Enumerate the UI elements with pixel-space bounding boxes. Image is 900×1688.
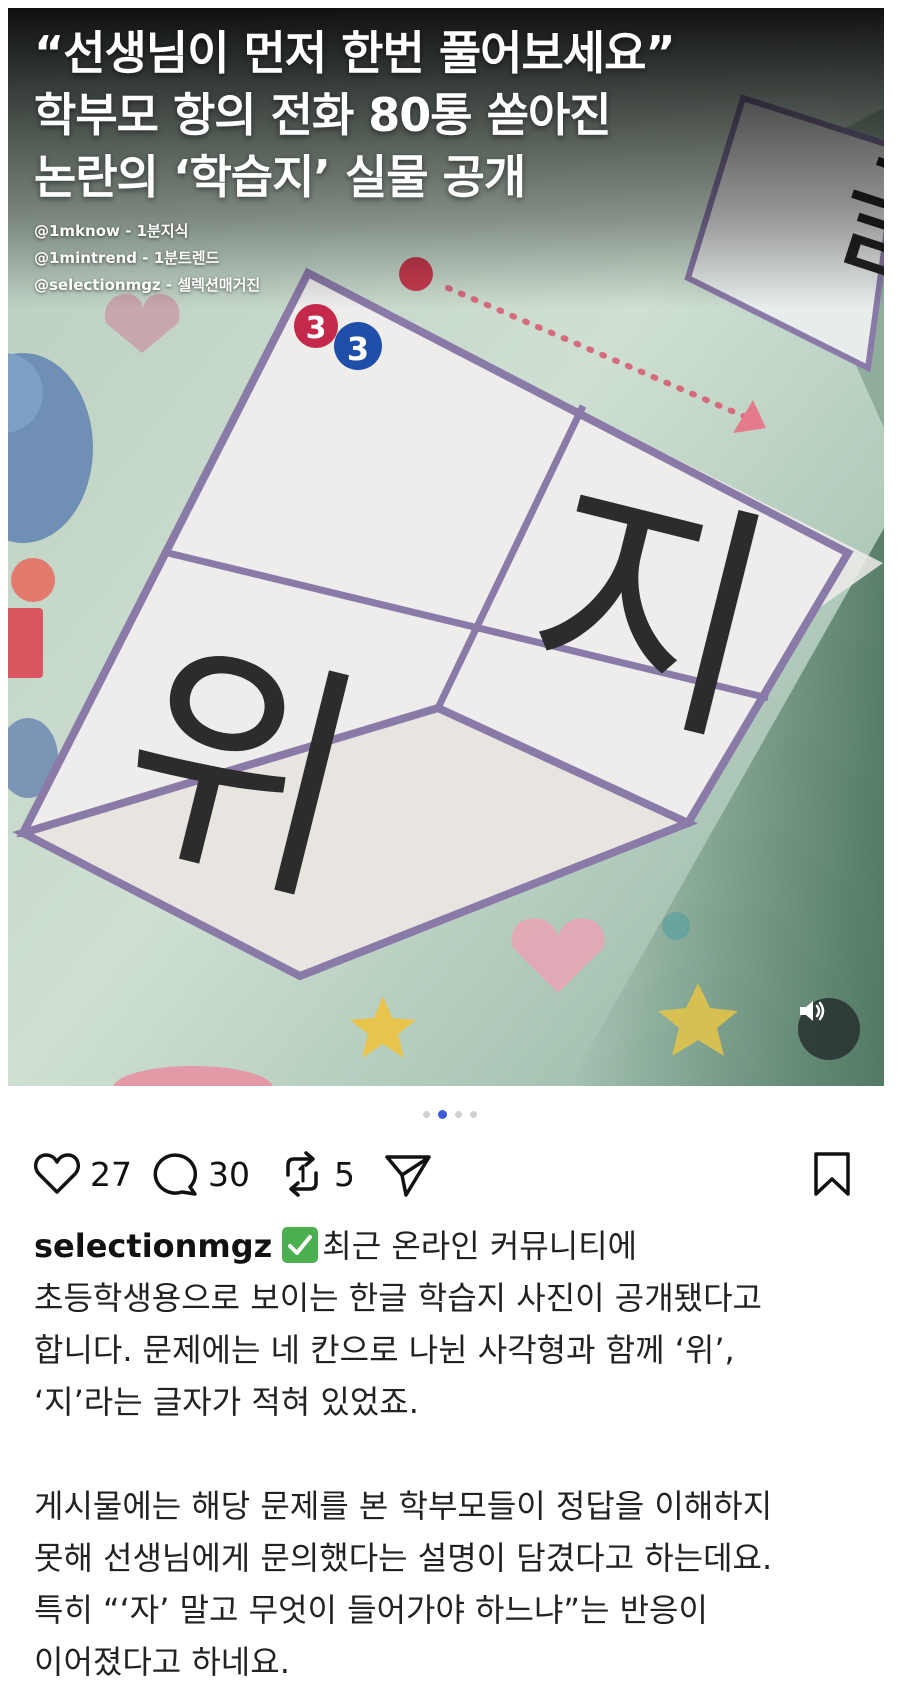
like-count: 27 bbox=[90, 1154, 132, 1194]
carousel-dot[interactable] bbox=[470, 1111, 477, 1118]
headline-line: “선생님이 먼저 한번 풀어보세요” bbox=[34, 26, 676, 80]
credit-line: @1mknow - 1분지식 bbox=[34, 222, 189, 240]
caption-line: 초등학생용으로 보이는 한글 학습지 사진이 공개됐다고 bbox=[34, 1279, 762, 1317]
caption-line: ‘지’라는 글자가 적혀 있었죠. bbox=[34, 1383, 419, 1421]
sound-toggle-button[interactable] bbox=[798, 998, 860, 1060]
credit-line: @selectionmgz - 셀렉션매거진 bbox=[34, 276, 261, 294]
repost-count: 5 bbox=[334, 1154, 355, 1194]
carousel-dot[interactable] bbox=[455, 1111, 462, 1118]
caption-line: 게시물에는 해당 문제를 본 학부모들이 정답을 이해하지 bbox=[34, 1487, 773, 1525]
author-username[interactable]: selectionmgz bbox=[34, 1227, 272, 1265]
caption-line: 최근 온라인 커뮤니티에 bbox=[322, 1227, 638, 1265]
like-button[interactable]: 27 bbox=[34, 1148, 132, 1200]
headline-line: 논란의 ‘학습지’ 실물 공개 bbox=[34, 150, 526, 204]
repost-icon bbox=[286, 1151, 318, 1197]
carousel-indicator bbox=[0, 1110, 900, 1119]
caption-line: 못해 선생님에게 문의했다는 설명이 담겼다고 하는데요. bbox=[34, 1539, 773, 1577]
comment-button[interactable]: 30 bbox=[152, 1148, 250, 1200]
bookmark-icon bbox=[814, 1152, 850, 1196]
heart-icon bbox=[34, 1153, 80, 1194]
credit-line: @1mintrend - 1분트렌드 bbox=[34, 249, 220, 267]
share-button[interactable] bbox=[384, 1148, 432, 1200]
comment-count: 30 bbox=[208, 1154, 250, 1194]
post-caption: selectionmgz 최근 온라인 커뮤니티에 초등학생용으로 보이는 한글 … bbox=[34, 1220, 864, 1688]
action-bar: 27 30 5 bbox=[34, 1148, 866, 1200]
headline-line: 학부모 항의 전화 80통 쏟아진 bbox=[34, 88, 612, 142]
svg-text:3: 3 bbox=[306, 311, 327, 346]
bookmark-button[interactable] bbox=[812, 1148, 852, 1200]
repost-button[interactable]: 5 bbox=[280, 1148, 355, 1200]
comment-bubble-icon bbox=[153, 1153, 198, 1196]
caption-line: 합니다. 문제에는 네 칸으로 나뉜 사각형과 함께 ‘위’, bbox=[34, 1331, 735, 1369]
send-icon bbox=[385, 1155, 431, 1197]
speaker-icon bbox=[800, 1001, 825, 1021]
svg-text:3: 3 bbox=[347, 330, 369, 368]
source-credits: @1mknow - 1분지식 @1mintrend - 1분트렌드 @selec… bbox=[34, 218, 260, 299]
carousel-dot-active[interactable] bbox=[438, 1110, 447, 1119]
check-badge-icon bbox=[282, 1227, 319, 1263]
headline: “선생님이 먼저 한번 풀어보세요” 학부모 항의 전화 80통 쏟아진 논란의… bbox=[34, 22, 874, 208]
caption-line: 특히 “‘자’ 말고 무엇이 들어가야 하느냐”는 반응이 bbox=[34, 1591, 708, 1629]
post-media[interactable]: 글 3 3 bbox=[8, 8, 884, 1086]
carousel-dot[interactable] bbox=[423, 1111, 430, 1118]
caption-line: 이어졌다고 하네요. bbox=[34, 1643, 290, 1681]
